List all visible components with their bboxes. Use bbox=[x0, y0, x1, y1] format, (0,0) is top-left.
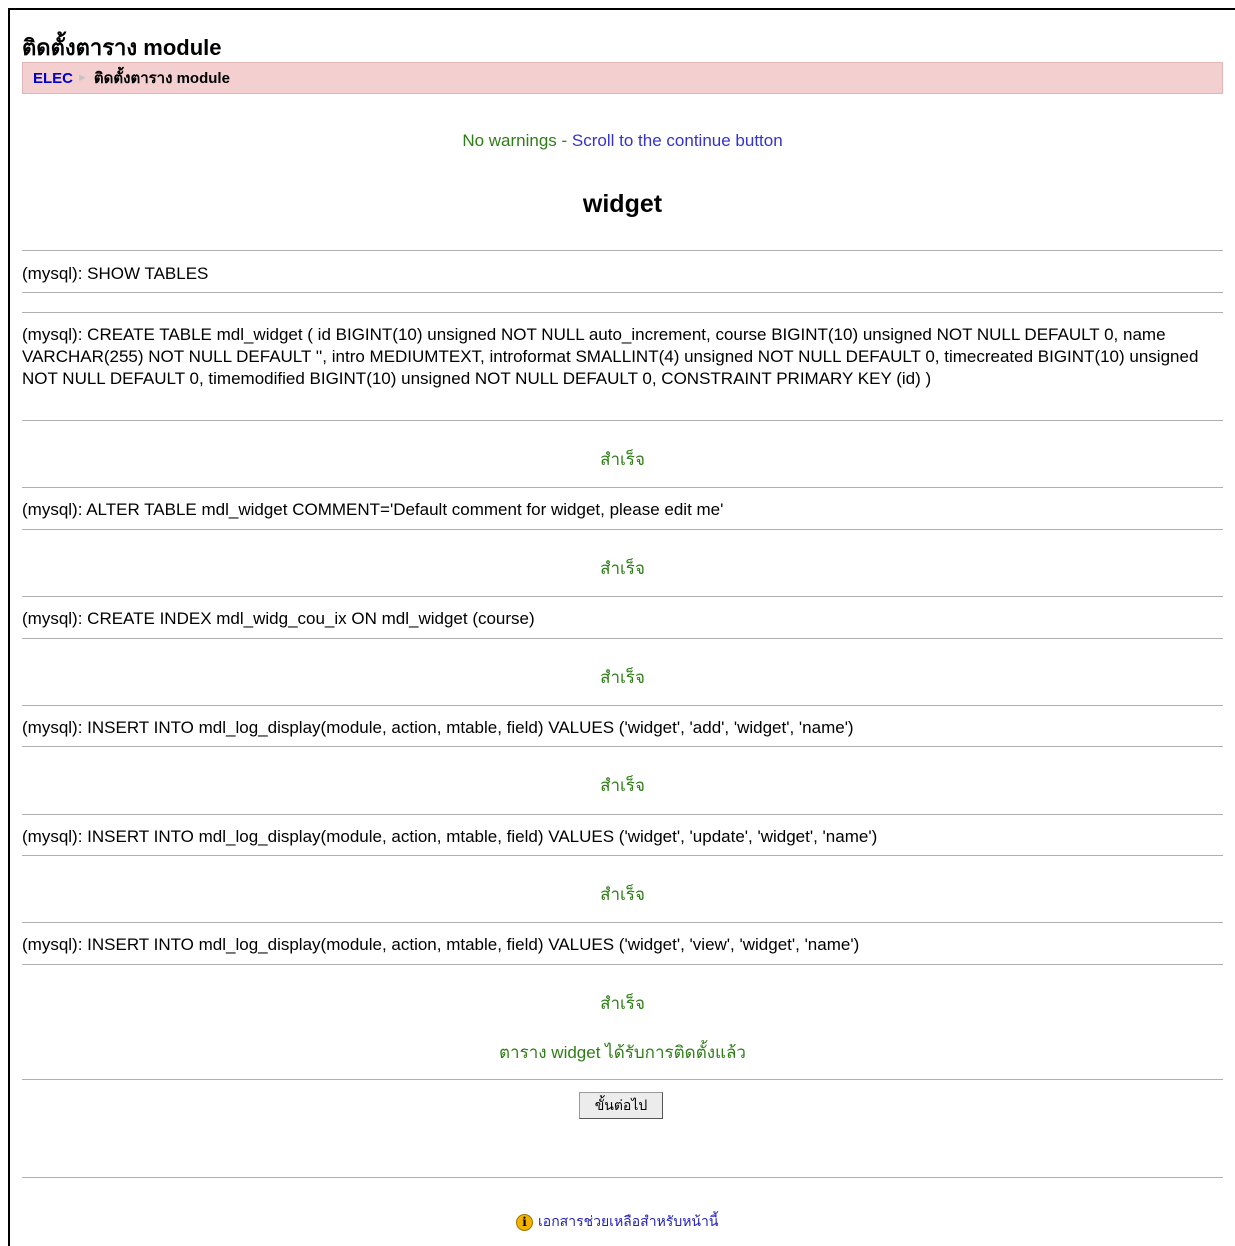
warnings-notice: No warnings - Scroll to the continue but… bbox=[22, 131, 1223, 151]
divider bbox=[22, 705, 1223, 706]
sql-query: (mysql): CREATE INDEX mdl_widg_cou_ix ON… bbox=[22, 609, 535, 628]
breadcrumb-current: ติดตั้งตาราง module bbox=[93, 70, 230, 87]
divider bbox=[22, 922, 1223, 923]
page-title: ติดตั้งตาราง module bbox=[22, 35, 222, 60]
module-heading: widget bbox=[582, 190, 663, 218]
sql-query: (mysql): INSERT INTO mdl_log_display(mod… bbox=[22, 827, 878, 846]
success-status: สำเร็จ bbox=[600, 885, 645, 904]
success-status: สำเร็จ bbox=[600, 668, 645, 687]
divider bbox=[22, 292, 1223, 293]
breadcrumb-home-link[interactable]: ELEC bbox=[33, 70, 73, 87]
help-docs: i เอกสารช่วยเหลือสำหรับหน้านี้ bbox=[516, 1212, 718, 1232]
divider bbox=[22, 855, 1223, 856]
divider bbox=[22, 529, 1223, 530]
divider bbox=[22, 487, 1223, 488]
success-status: สำเร็จ bbox=[600, 450, 645, 469]
installed-message: ตาราง widget ได้รับการติดตั้งแล้ว bbox=[499, 1043, 746, 1062]
divider bbox=[22, 596, 1223, 597]
help-docs-link[interactable]: เอกสารช่วยเหลือสำหรับหน้านี้ bbox=[538, 1211, 718, 1233]
continue-button[interactable]: ขั้นต่อไป bbox=[579, 1092, 663, 1119]
success-status: สำเร็จ bbox=[600, 559, 645, 578]
sql-query: (mysql): INSERT INTO mdl_log_display(mod… bbox=[22, 935, 860, 954]
breadcrumb-separator-icon: ► bbox=[77, 72, 88, 84]
divider bbox=[22, 638, 1223, 639]
success-status: สำเร็จ bbox=[600, 776, 645, 795]
divider bbox=[22, 250, 1223, 251]
info-icon: i bbox=[516, 1213, 533, 1231]
sql-query: (mysql): CREATE TABLE mdl_widget ( id BI… bbox=[22, 325, 1199, 388]
divider bbox=[22, 1079, 1223, 1080]
divider bbox=[22, 312, 1223, 313]
footer-divider bbox=[22, 1177, 1223, 1178]
divider bbox=[22, 814, 1223, 815]
scroll-to-continue-link[interactable]: Scroll to the continue button bbox=[572, 131, 783, 150]
notice-text: No warnings - bbox=[462, 131, 572, 150]
sql-query: (mysql): ALTER TABLE mdl_widget COMMENT=… bbox=[22, 500, 724, 519]
sql-query: (mysql): SHOW TABLES bbox=[22, 264, 209, 283]
divider bbox=[22, 420, 1223, 421]
success-status: สำเร็จ bbox=[600, 994, 645, 1013]
divider bbox=[22, 964, 1223, 965]
breadcrumb: ELEC ► ติดตั้งตาราง module bbox=[22, 62, 1223, 94]
divider bbox=[22, 746, 1223, 747]
sql-query: (mysql): INSERT INTO mdl_log_display(mod… bbox=[22, 718, 854, 737]
